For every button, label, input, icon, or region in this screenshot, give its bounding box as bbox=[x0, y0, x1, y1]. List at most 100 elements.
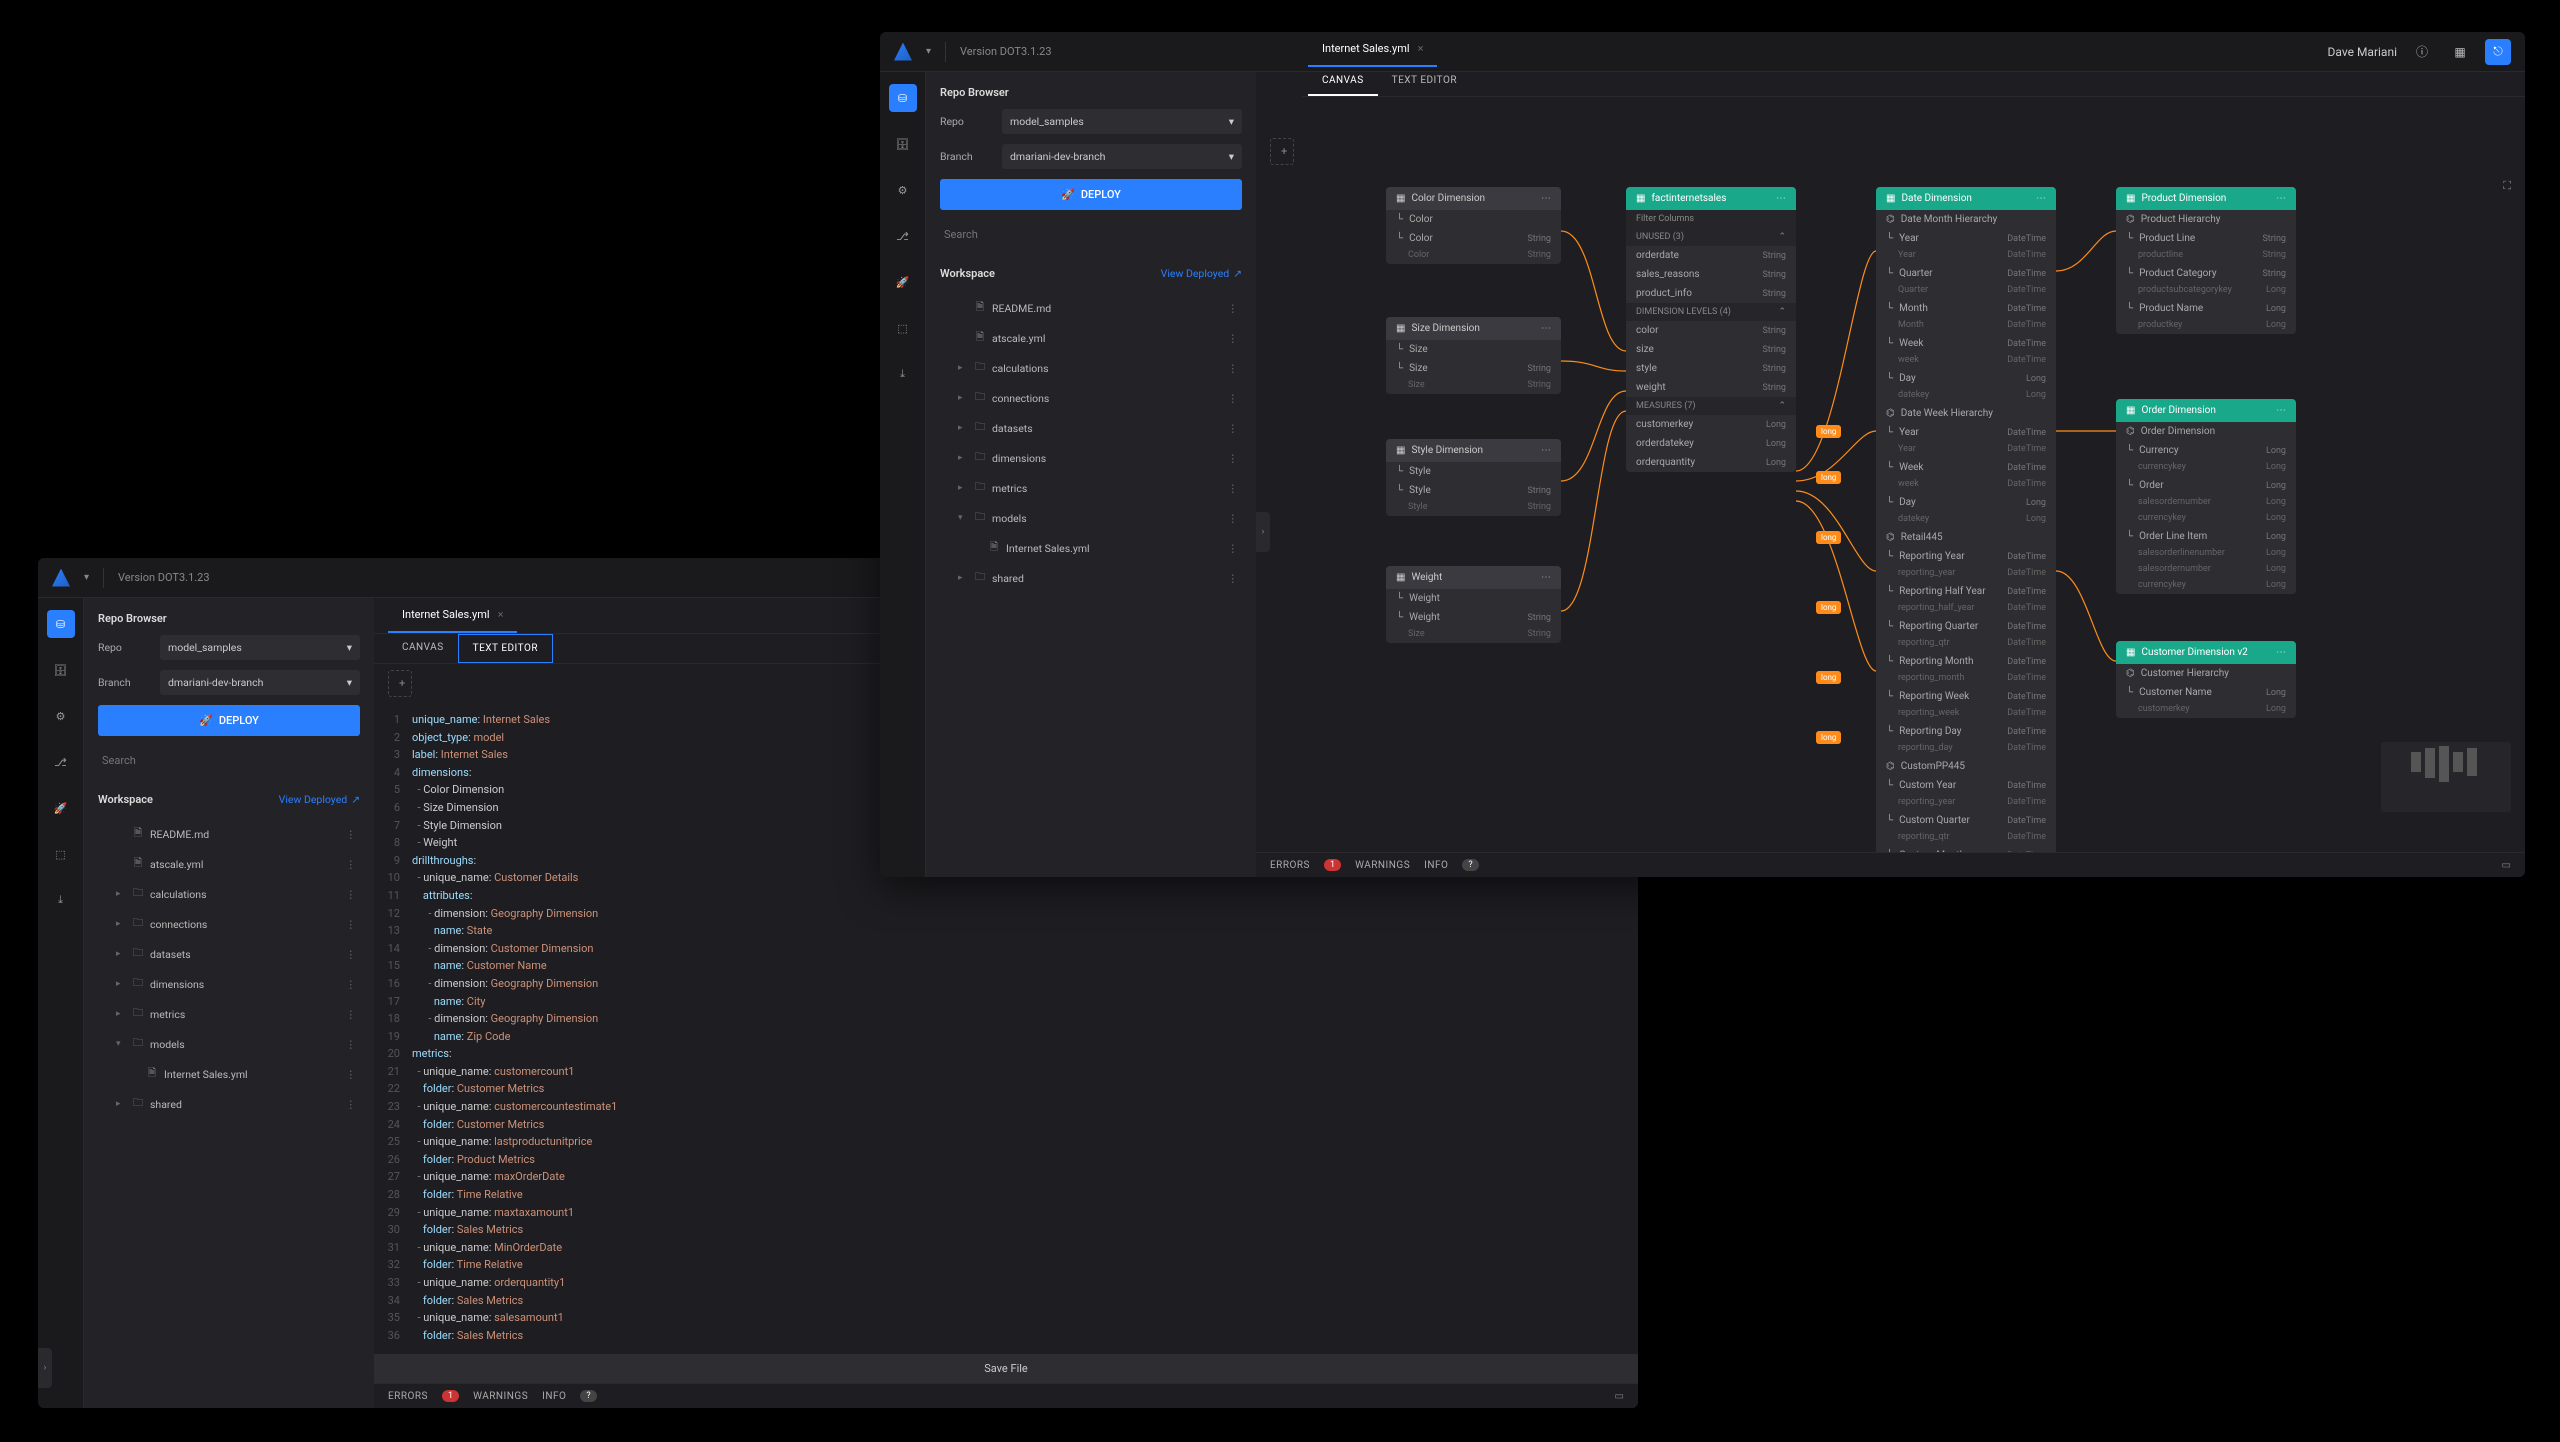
branch-select[interactable]: dmariani-dev-branch▾ bbox=[160, 670, 360, 695]
more-icon[interactable]: ⋮ bbox=[346, 1008, 357, 1021]
tree-item[interactable]: 🗎atscale.yml⋮ bbox=[940, 324, 1242, 352]
more-icon[interactable]: ⋮ bbox=[346, 828, 357, 841]
canvas-node[interactable]: ▦Color Dimension⋯└Color└ColorStringColor… bbox=[1386, 187, 1561, 264]
warnings-label[interactable]: WARNINGS bbox=[1355, 860, 1410, 871]
more-icon[interactable]: ⋮ bbox=[1228, 572, 1239, 585]
canvas-node[interactable]: ▦Order Dimension⋯⌬Order Dimension└Curren… bbox=[2116, 399, 2296, 594]
close-icon[interactable]: × bbox=[1418, 42, 1424, 55]
more-icon[interactable]: ⋮ bbox=[346, 918, 357, 931]
collapse-button[interactable]: › bbox=[38, 1348, 52, 1388]
more-icon[interactable]: ⋮ bbox=[1228, 422, 1239, 435]
type-pill: long bbox=[1816, 731, 1841, 744]
expand-icon[interactable]: ⛶ bbox=[2503, 179, 2511, 193]
more-icon[interactable]: ⋮ bbox=[1228, 482, 1239, 495]
more-icon[interactable]: ⋮ bbox=[1228, 512, 1239, 525]
model-canvas[interactable]: › ⛶ ▦Color Dimension⋯└Color└ColorStringC… bbox=[1256, 171, 2525, 852]
repo-browser-icon[interactable]: ⛁ bbox=[889, 84, 917, 112]
tree-item[interactable]: ▸🗀dimensions⋮ bbox=[940, 444, 1242, 472]
tree-item[interactable]: ▸🗀shared⋮ bbox=[98, 1090, 360, 1118]
panel-toggle-icon[interactable]: ▭ bbox=[2502, 860, 2511, 871]
tree-item[interactable]: ▸🗀calculations⋮ bbox=[98, 880, 360, 908]
deploy-button[interactable]: 🚀DEPLOY bbox=[940, 179, 1242, 210]
database-icon[interactable]: 🗄 bbox=[47, 656, 75, 684]
more-icon[interactable]: ⋮ bbox=[1228, 392, 1239, 405]
more-icon[interactable]: ⋮ bbox=[1228, 452, 1239, 465]
repo-select[interactable]: model_samples▾ bbox=[160, 635, 360, 660]
tree-item[interactable]: ▸🗀metrics⋮ bbox=[940, 474, 1242, 502]
tree-item[interactable]: ▸🗀calculations⋮ bbox=[940, 354, 1242, 382]
file-tab[interactable]: Internet Sales.yml× bbox=[388, 598, 517, 633]
tree-item[interactable]: 🗎Internet Sales.yml⋮ bbox=[940, 534, 1242, 562]
rocket-icon[interactable]: 🚀 bbox=[889, 268, 917, 296]
more-icon[interactable]: ⋮ bbox=[1228, 332, 1239, 345]
errors-label[interactable]: ERRORS bbox=[1270, 860, 1310, 871]
branch-select[interactable]: dmariani-dev-branch▾ bbox=[1002, 144, 1242, 169]
panel-toggle-icon[interactable]: ▭ bbox=[1615, 1391, 1624, 1402]
add-button[interactable]: + bbox=[388, 670, 412, 697]
canvas-tab[interactable]: CANVAS bbox=[1308, 67, 1378, 96]
tree-item[interactable]: 🗎README.md⋮ bbox=[940, 294, 1242, 322]
search-input[interactable] bbox=[940, 220, 1242, 249]
text-editor-tab[interactable]: TEXT EDITOR bbox=[458, 634, 553, 663]
more-icon[interactable]: ⋮ bbox=[346, 1038, 357, 1051]
settings-icon[interactable]: ⚙ bbox=[47, 702, 75, 730]
tree-item[interactable]: ▾🗀models⋮ bbox=[940, 504, 1242, 532]
download-icon[interactable]: ⤓ bbox=[47, 886, 75, 914]
tree-item[interactable]: ▸🗀shared⋮ bbox=[940, 564, 1242, 592]
repo-browser-icon[interactable]: ⛁ bbox=[47, 610, 75, 638]
view-deployed-link[interactable]: View Deployed ↗ bbox=[1161, 267, 1242, 280]
more-icon[interactable]: ⋮ bbox=[1228, 542, 1239, 555]
tree-item[interactable]: ▸🗀dimensions⋮ bbox=[98, 970, 360, 998]
canvas-node[interactable]: ▦Date Dimension⋯⌬Date Month Hierarchy└Ye… bbox=[1876, 187, 2056, 852]
more-icon[interactable]: ⋮ bbox=[346, 978, 357, 991]
close-icon[interactable]: × bbox=[498, 608, 504, 621]
canvas-node[interactable]: ▦factinternetsales⋯Filter ColumnsUNUSED … bbox=[1626, 187, 1796, 472]
more-icon[interactable]: ⋮ bbox=[346, 1068, 357, 1081]
tree-item[interactable]: ▸🗀metrics⋮ bbox=[98, 1000, 360, 1028]
warnings-label[interactable]: WARNINGS bbox=[473, 1391, 528, 1402]
tree-item[interactable]: ▸🗀datasets⋮ bbox=[940, 414, 1242, 442]
collapse-sidebar-button[interactable]: › bbox=[1256, 512, 1270, 552]
branch-icon[interactable]: ⎇ bbox=[889, 222, 917, 250]
more-icon[interactable]: ⋮ bbox=[1228, 302, 1239, 315]
rocket-icon[interactable]: 🚀 bbox=[47, 794, 75, 822]
tree-item[interactable]: 🗎atscale.yml⋮ bbox=[98, 850, 360, 878]
cube-icon[interactable]: ⬚ bbox=[47, 840, 75, 868]
repo-select[interactable]: model_samples▾ bbox=[1002, 109, 1242, 134]
save-file-button[interactable]: Save File bbox=[374, 1354, 1638, 1383]
canvas-node[interactable]: ▦Customer Dimension v2⋯⌬Customer Hierarc… bbox=[2116, 641, 2296, 718]
deploy-button[interactable]: 🚀DEPLOY bbox=[98, 705, 360, 736]
chevron-down-icon[interactable]: ▾ bbox=[84, 572, 89, 583]
settings-icon[interactable]: ⚙ bbox=[889, 176, 917, 204]
database-icon[interactable]: 🗄 bbox=[889, 130, 917, 158]
text-editor-tab[interactable]: TEXT EDITOR bbox=[1378, 67, 1471, 96]
info-label[interactable]: INFO bbox=[542, 1391, 566, 1402]
more-icon[interactable]: ⋮ bbox=[346, 888, 357, 901]
search-input[interactable] bbox=[98, 746, 360, 775]
tree-item[interactable]: ▾🗀models⋮ bbox=[98, 1030, 360, 1058]
errors-label[interactable]: ERRORS bbox=[388, 1391, 428, 1402]
cube-icon[interactable]: ⬚ bbox=[889, 314, 917, 342]
chevron-down-icon[interactable]: ▾ bbox=[926, 46, 931, 57]
more-icon[interactable]: ⋮ bbox=[346, 858, 357, 871]
branch-icon[interactable]: ⎇ bbox=[47, 748, 75, 776]
info-label[interactable]: INFO bbox=[1424, 860, 1448, 871]
download-icon[interactable]: ⤓ bbox=[889, 360, 917, 388]
view-deployed-link[interactable]: View Deployed ↗ bbox=[279, 793, 360, 806]
canvas-node[interactable]: ▦Weight⋯└Weight└WeightStringSizeString bbox=[1386, 566, 1561, 643]
file-tab[interactable]: Internet Sales.yml× bbox=[1308, 32, 1437, 67]
tree-item[interactable]: ▸🗀connections⋮ bbox=[940, 384, 1242, 412]
canvas-node[interactable]: ▦Product Dimension⋯⌬Product Hierarchy└Pr… bbox=[2116, 187, 2296, 334]
minimap[interactable] bbox=[2381, 742, 2511, 812]
more-icon[interactable]: ⋮ bbox=[1228, 362, 1239, 375]
canvas-node[interactable]: ▦Style Dimension⋯└Style└StyleStringStyle… bbox=[1386, 439, 1561, 516]
tree-item[interactable]: ▸🗀datasets⋮ bbox=[98, 940, 360, 968]
tree-item[interactable]: 🗎Internet Sales.yml⋮ bbox=[98, 1060, 360, 1088]
canvas-tab[interactable]: CANVAS bbox=[388, 634, 458, 663]
more-icon[interactable]: ⋮ bbox=[346, 948, 357, 961]
tree-item[interactable]: 🗎README.md⋮ bbox=[98, 820, 360, 848]
tree-item[interactable]: ▸🗀connections⋮ bbox=[98, 910, 360, 938]
canvas-node[interactable]: ▦Size Dimension⋯└Size└SizeStringSizeStri… bbox=[1386, 317, 1561, 394]
add-button[interactable]: + bbox=[1270, 138, 1294, 165]
more-icon[interactable]: ⋮ bbox=[346, 1098, 357, 1111]
